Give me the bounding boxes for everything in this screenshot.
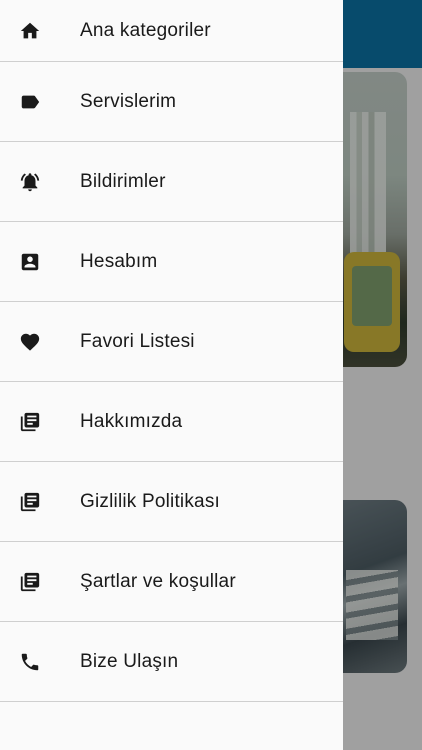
menu-item-label: Gizlilik Politikası	[80, 490, 220, 512]
menu-item-label: Hesabım	[80, 250, 158, 272]
menu-item-hakkimizda[interactable]: Hakkımızda	[0, 382, 343, 462]
menu-item-label: Servislerim	[80, 90, 177, 112]
library-books-icon	[19, 571, 41, 593]
menu-item-bildirimler[interactable]: Bildirimler	[0, 142, 343, 222]
menu-item-gizlilik-politikasi[interactable]: Gizlilik Politikası	[0, 462, 343, 542]
menu-item-favori-listesi[interactable]: Favori Listesi	[0, 302, 343, 382]
menu-item-bize-ulasin[interactable]: Bize Ulaşın	[0, 622, 343, 702]
menu-item-label: Bize Ulaşın	[80, 650, 179, 672]
menu-item-label: Şartlar ve koşullar	[80, 570, 236, 592]
label-tag-icon	[19, 91, 41, 113]
menu-item-label: Ana kategoriler	[80, 19, 211, 41]
menu-item-servislerim[interactable]: Servislerim	[0, 62, 343, 142]
library-books-icon	[19, 411, 41, 433]
menu-item-label: Favori Listesi	[80, 330, 195, 352]
heart-icon	[19, 331, 41, 353]
navigation-drawer: Ana kategoriler Servislerim Bildirimler …	[0, 0, 343, 750]
library-books-icon	[19, 491, 41, 513]
menu-item-ana-kategoriler[interactable]: Ana kategoriler	[0, 0, 343, 62]
menu-item-label: Hakkımızda	[80, 410, 183, 432]
phone-icon	[19, 651, 41, 673]
drawer-menu: Ana kategoriler Servislerim Bildirimler …	[0, 0, 343, 702]
home-icon	[19, 20, 41, 42]
notification-bell-icon	[19, 171, 41, 193]
account-box-icon	[19, 251, 41, 273]
menu-item-hesabim[interactable]: Hesabım	[0, 222, 343, 302]
menu-item-sartlar-ve-kosullar[interactable]: Şartlar ve koşullar	[0, 542, 343, 622]
menu-item-label: Bildirimler	[80, 170, 166, 192]
